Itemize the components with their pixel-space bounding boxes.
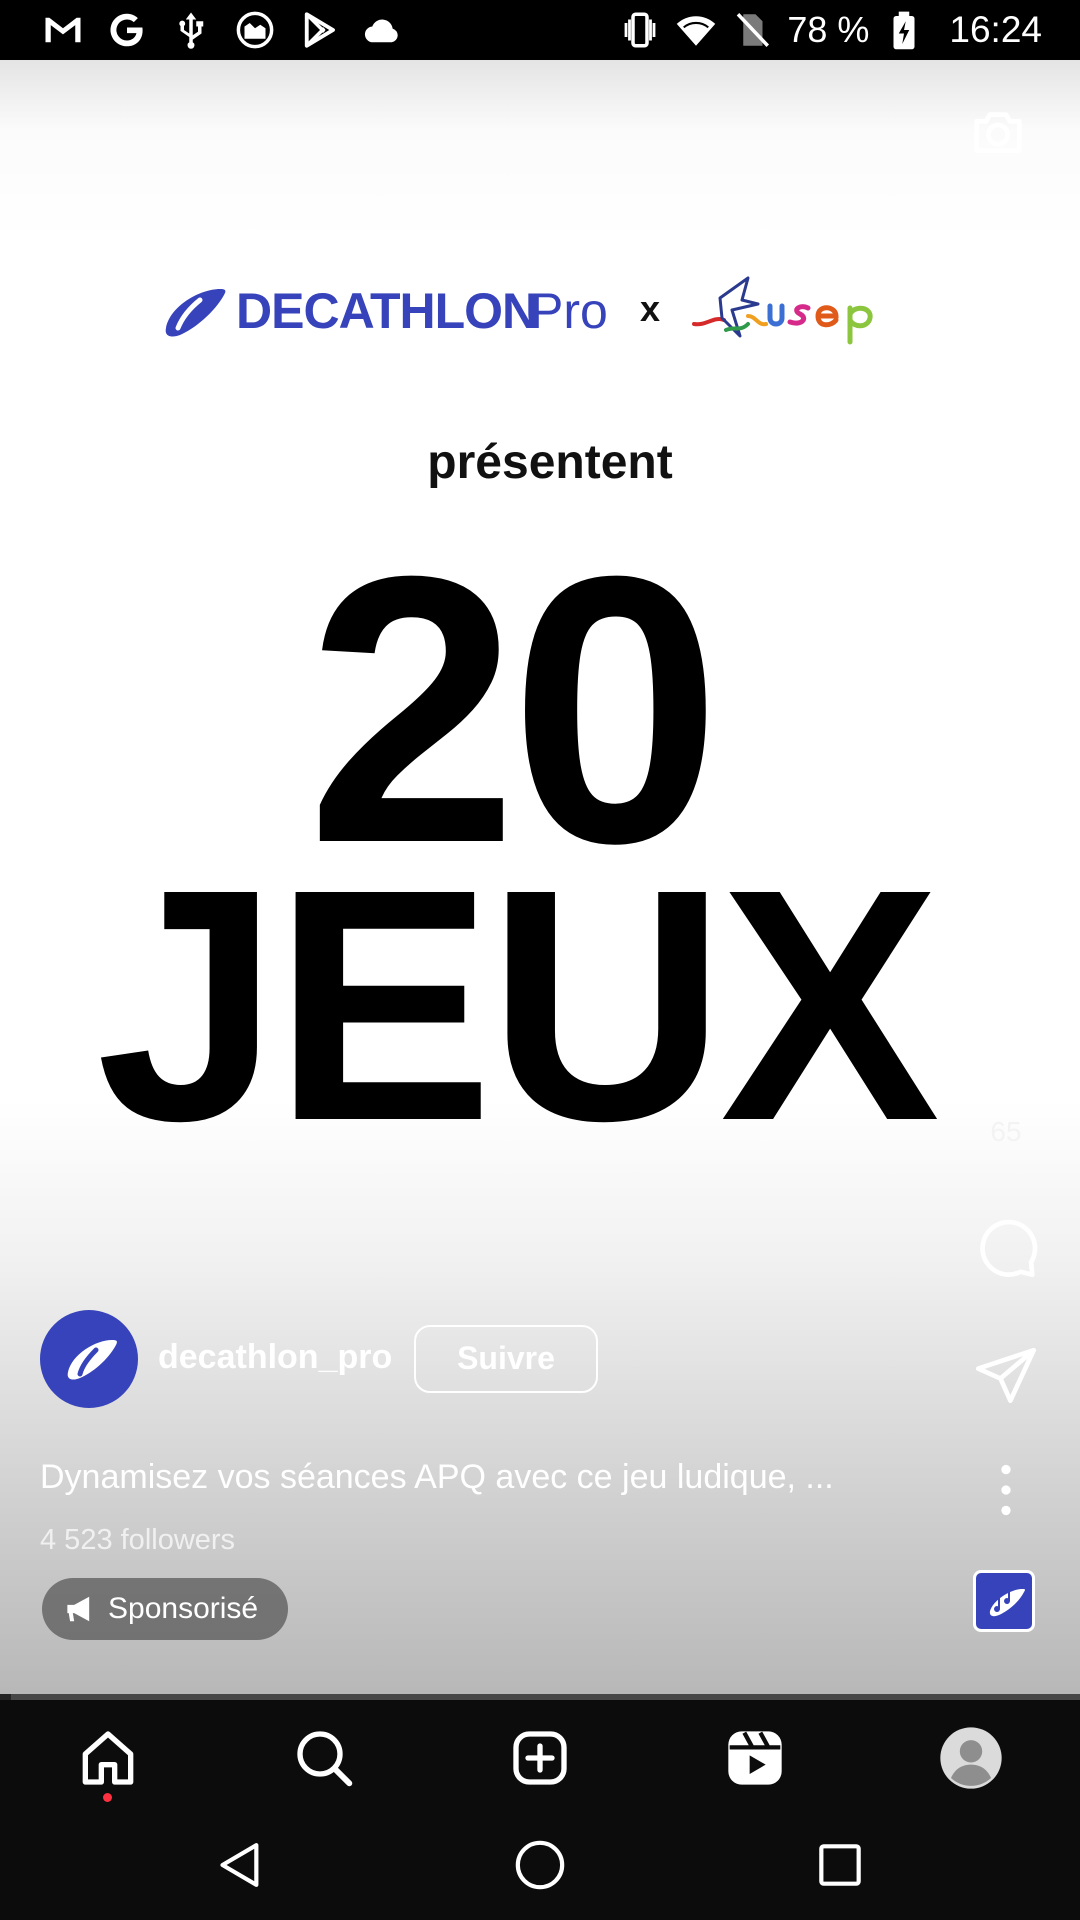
collab-separator: x bbox=[640, 288, 661, 329]
follower-count: 4 523 followers bbox=[40, 1524, 236, 1556]
comment-icon[interactable] bbox=[971, 1212, 1041, 1282]
google-icon bbox=[110, 13, 144, 47]
no-sim-icon bbox=[737, 13, 770, 47]
home-circle-icon[interactable] bbox=[512, 1837, 568, 1893]
creative-subtitle: présentent bbox=[427, 436, 673, 489]
create-icon[interactable] bbox=[508, 1726, 572, 1790]
like-action: 65 bbox=[966, 1042, 1046, 1148]
decathlon-logo-text: DECATHLON bbox=[236, 283, 538, 339]
like-count[interactable]: 65 bbox=[966, 1116, 1046, 1148]
system-navigation bbox=[0, 1810, 1080, 1920]
search-icon[interactable] bbox=[292, 1726, 356, 1790]
follow-button[interactable]: Suivre bbox=[414, 1325, 598, 1393]
status-bar: 78 % 16:24 bbox=[0, 0, 1080, 60]
bottom-navigation bbox=[0, 1700, 1080, 1810]
back-icon[interactable] bbox=[212, 1837, 268, 1893]
sponsored-label: Sponsorisé bbox=[108, 1592, 259, 1625]
profile-icon[interactable] bbox=[939, 1726, 1003, 1790]
camera-icon[interactable] bbox=[966, 100, 1030, 164]
vibrate-icon bbox=[624, 12, 656, 48]
partner-logos: DECATHLON Pro x bbox=[160, 268, 910, 358]
usb-icon bbox=[179, 12, 204, 49]
more-vertical-icon[interactable] bbox=[971, 1455, 1041, 1525]
status-bar-notifications bbox=[42, 8, 404, 52]
reel-caption[interactable]: Dynamisez vos séances APQ avec ce jeu lu… bbox=[40, 1458, 900, 1497]
decathlon-logo-suffix: Pro bbox=[530, 283, 608, 339]
home-icon[interactable] bbox=[76, 1726, 140, 1790]
sponsored-badge[interactable]: Sponsorisé bbox=[42, 1578, 289, 1640]
reels-icon[interactable] bbox=[723, 1726, 787, 1790]
more-action bbox=[966, 1455, 1046, 1525]
wifi-icon bbox=[677, 16, 716, 46]
cloud-icon bbox=[364, 19, 398, 43]
usep-logo bbox=[692, 276, 873, 345]
heart-icon[interactable] bbox=[971, 1042, 1041, 1112]
decathlon-avatar-mark bbox=[67, 1340, 117, 1380]
reel-video[interactable]: DECATHLON Pro x présentent 20 JEUX 65 de… bbox=[0, 60, 1080, 1700]
share-action bbox=[966, 1340, 1046, 1410]
battery-percentage: 78 % bbox=[787, 9, 870, 50]
creative-headline-word: JEUX bbox=[95, 820, 940, 1189]
status-bar-system: 78 % 16:24 bbox=[619, 8, 1042, 52]
decathlon-logo-mark bbox=[165, 289, 226, 337]
send-icon[interactable] bbox=[971, 1340, 1041, 1410]
audio-button[interactable] bbox=[973, 1570, 1035, 1632]
account-username[interactable]: decathlon_pro bbox=[158, 1338, 392, 1377]
home-notification-dot bbox=[103, 1793, 112, 1802]
play-store-icon bbox=[304, 12, 335, 48]
recents-icon[interactable] bbox=[812, 1837, 868, 1893]
clock: 16:24 bbox=[949, 9, 1042, 50]
account-avatar[interactable] bbox=[40, 1310, 138, 1408]
ar-icon bbox=[236, 11, 274, 49]
comment-action bbox=[966, 1212, 1046, 1282]
music-note-icon bbox=[989, 1588, 1026, 1617]
megaphone-icon bbox=[67, 1596, 90, 1622]
battery-charging-icon bbox=[893, 11, 915, 50]
gmail-icon bbox=[45, 17, 81, 43]
